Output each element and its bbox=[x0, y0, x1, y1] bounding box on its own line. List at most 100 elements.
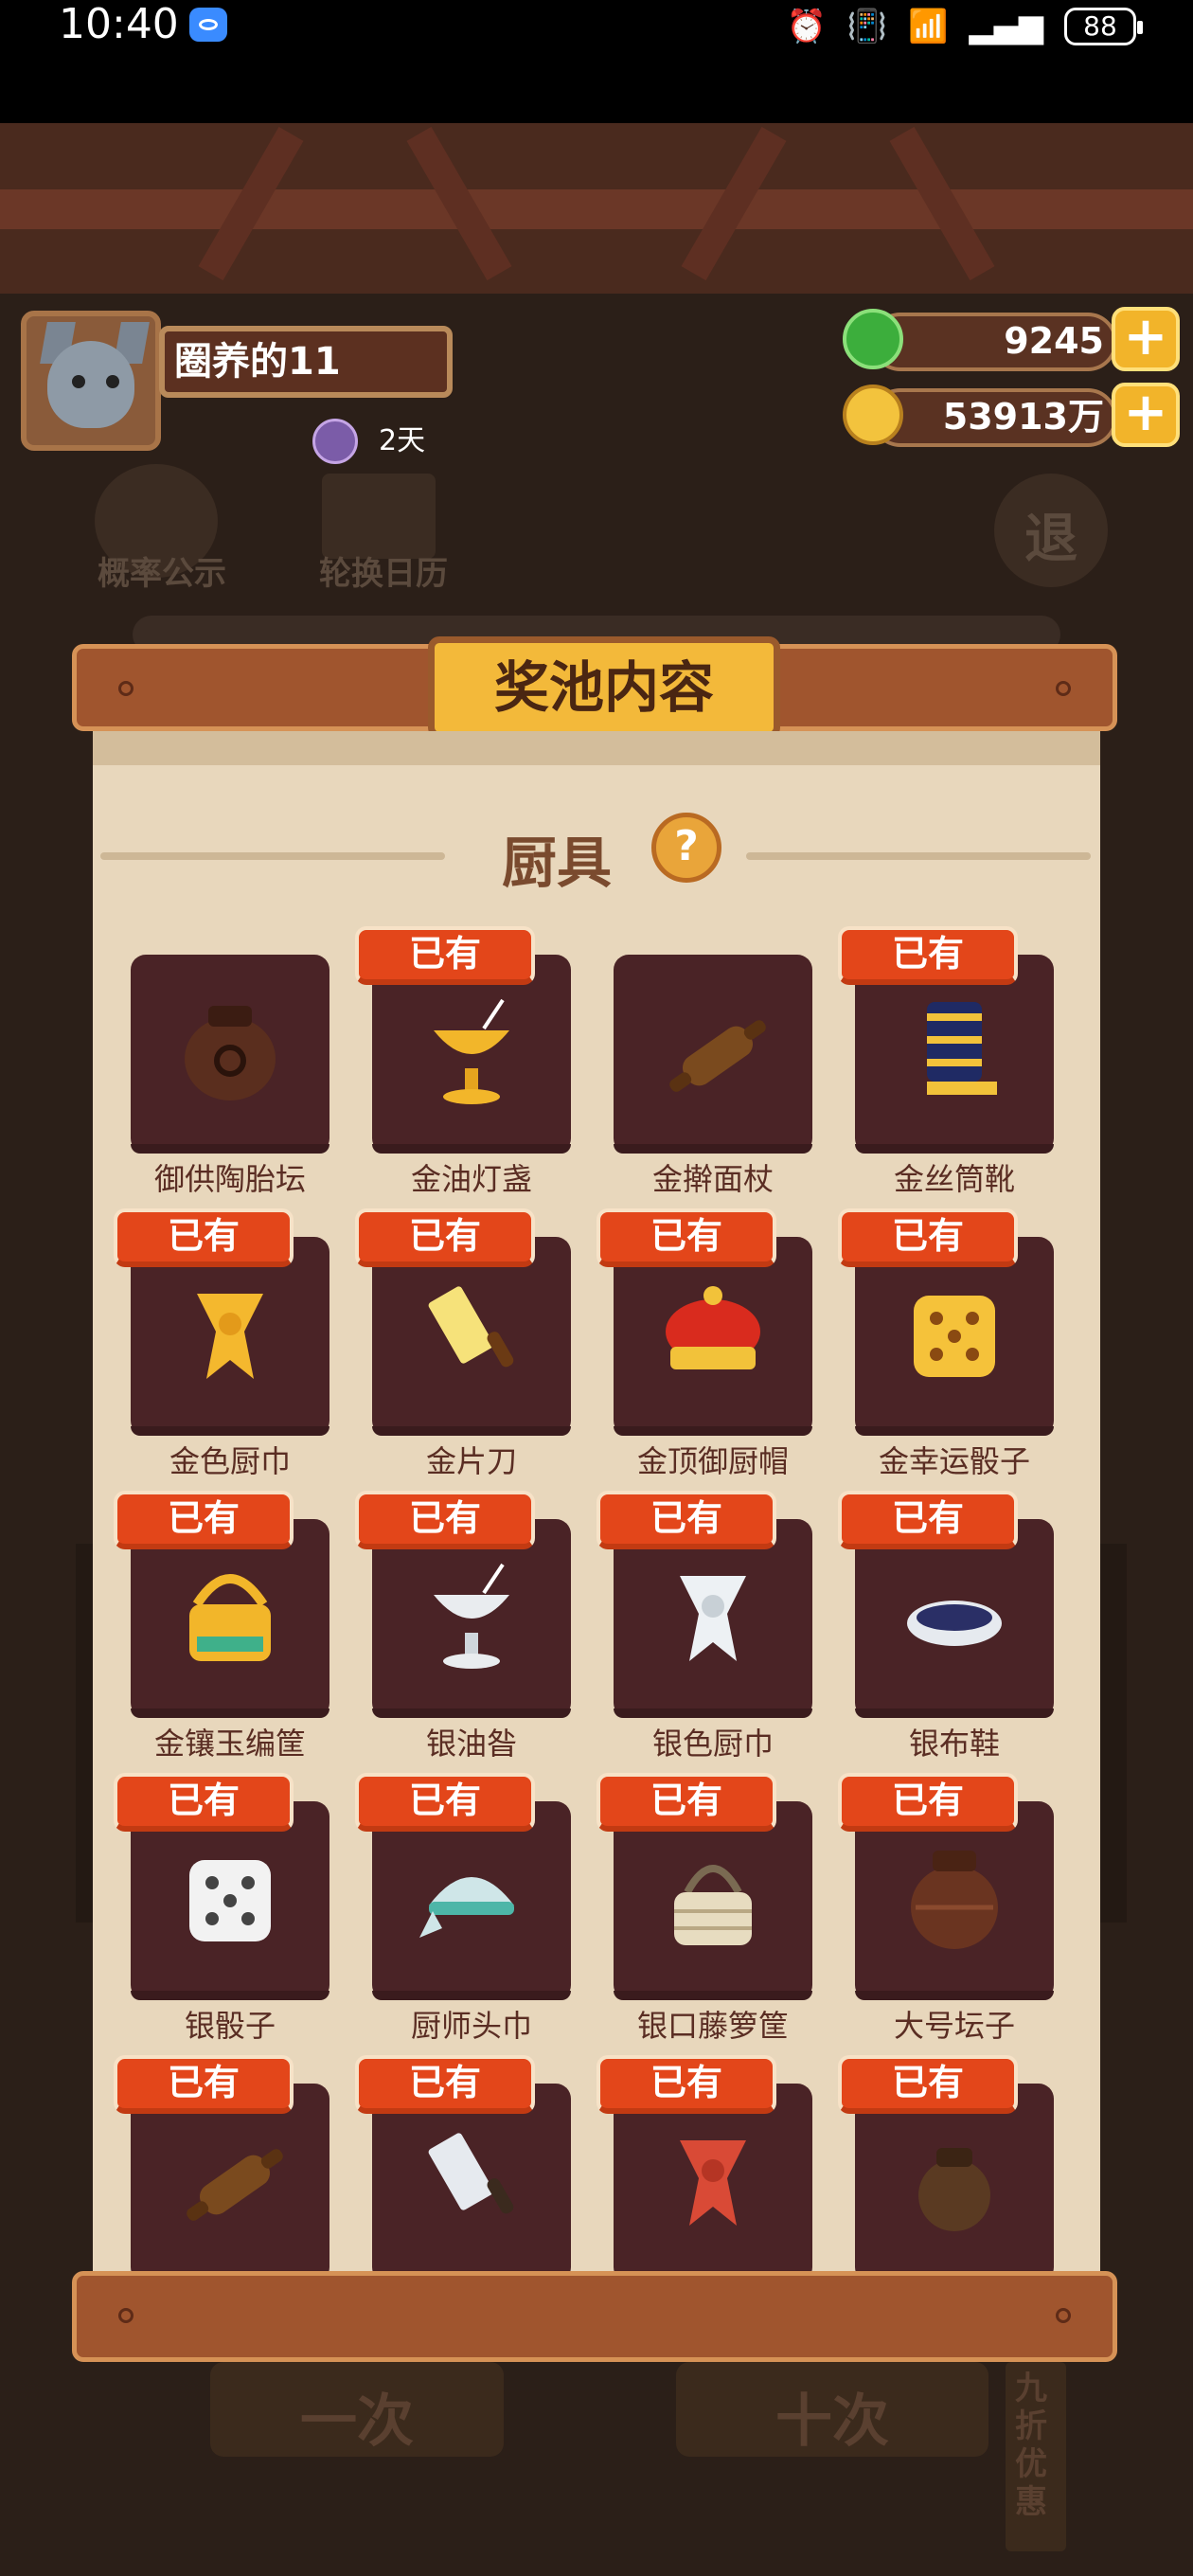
probability-button[interactable]: 概率公示 bbox=[81, 547, 242, 594]
coin-icon bbox=[843, 385, 903, 445]
ceramic-jar-icon bbox=[169, 993, 292, 1119]
owned-badge: 已有 bbox=[114, 1773, 294, 1832]
item-name: 御供陶胎坛 bbox=[153, 1161, 306, 1197]
prize-pool-panel[interactable]: 厨具 ? 御供陶胎坛 已有 金油灯盏 金擀面杖 已有 金丝筒靴 已有 金色厨巾 已有 金片刀 已有金… bbox=[93, 731, 1100, 2275]
item-cell[interactable]: 已有 bbox=[838, 2055, 1054, 2275]
item-cell[interactable]: 已有金色厨巾 bbox=[114, 1208, 329, 1493]
roof-crossbar bbox=[0, 189, 1193, 229]
item-name: 银口藤箩筐 bbox=[636, 2008, 789, 2044]
owned-badge: 已有 bbox=[596, 2055, 776, 2114]
owned-badge: 已有 bbox=[838, 2055, 1018, 2114]
card-shadow bbox=[855, 1144, 1054, 1154]
golden-scarf-icon bbox=[169, 1275, 292, 1402]
card-shadow bbox=[614, 1708, 812, 1718]
owned-badge: 已有 bbox=[114, 1491, 294, 1549]
vibrate-icon: 📳 bbox=[846, 8, 888, 45]
item-name: 金丝筒靴 bbox=[893, 1161, 1015, 1197]
calendar-icon[interactable] bbox=[322, 474, 436, 559]
chef-bandana-icon bbox=[410, 1839, 533, 1966]
boot-icon bbox=[893, 993, 1016, 1119]
owned-badge: 已有 bbox=[355, 1491, 535, 1549]
item-cell[interactable]: 已有 银骰子 bbox=[114, 1773, 329, 2057]
item-cell[interactable]: 已有 bbox=[596, 2055, 812, 2275]
jade-icon bbox=[843, 309, 903, 369]
item-name: 银色厨巾 bbox=[651, 1726, 774, 1762]
card-shadow bbox=[855, 1708, 1054, 1718]
item-card[interactable] bbox=[131, 955, 329, 1154]
section-divider bbox=[100, 852, 445, 860]
avatar-face bbox=[47, 341, 134, 428]
card-shadow bbox=[372, 1708, 571, 1718]
owned-badge: 已有 bbox=[596, 1773, 776, 1832]
draw-ten-label: 十次 bbox=[775, 2388, 889, 2455]
card-shadow bbox=[372, 1144, 571, 1154]
owned-badge: 已有 bbox=[355, 2055, 535, 2114]
exit-label: 退 bbox=[1024, 509, 1077, 570]
card-shadow bbox=[614, 1991, 812, 2000]
item-cell[interactable]: 已有 银色厨巾 bbox=[596, 1491, 812, 1775]
avatar[interactable] bbox=[21, 311, 161, 451]
item-cell[interactable]: 已有 金顶御厨帽 bbox=[596, 1208, 812, 1493]
item-cell[interactable]: 已有银口藤箩筐 bbox=[596, 1773, 812, 2057]
clock: 10:40 bbox=[59, 0, 179, 48]
help-button[interactable]: ? bbox=[651, 813, 721, 883]
modal-footer-board bbox=[72, 2271, 1117, 2362]
cleaver-icon bbox=[410, 2121, 533, 2248]
item-name: 金色厨巾 bbox=[169, 1443, 291, 1479]
nail-icon bbox=[118, 2308, 134, 2323]
exit-button[interactable]: 退 bbox=[994, 474, 1108, 587]
item-name: 厨师头巾 bbox=[410, 2008, 532, 2044]
wifi-icon: 📶 bbox=[908, 8, 949, 45]
add-jade-button[interactable]: + bbox=[1112, 307, 1180, 371]
item-cell[interactable]: 已有厨师头巾 bbox=[355, 1773, 571, 2057]
item-name: 金幸运骰子 bbox=[878, 1443, 1030, 1479]
nail-icon bbox=[1056, 2308, 1071, 2323]
item-name: 金镶玉编筐 bbox=[153, 1726, 306, 1762]
item-cell[interactable]: 已有 金片刀 bbox=[355, 1208, 571, 1493]
calendar-button[interactable]: 轮换日历 bbox=[303, 547, 464, 594]
item-cell[interactable]: 已有银油昝 bbox=[355, 1491, 571, 1775]
item-card[interactable] bbox=[614, 955, 812, 1154]
battery-indicator: 88 bbox=[1064, 8, 1143, 45]
item-name: 金擀面杖 bbox=[651, 1161, 774, 1197]
status-icons: ⏰ 📳 📶 ▂▄▆ 88 bbox=[787, 4, 1143, 49]
card-shadow bbox=[855, 1991, 1054, 2000]
item-cell[interactable]: 金擀面杖 bbox=[614, 955, 812, 1210]
item-cell[interactable]: 已有金幸运骰子 bbox=[838, 1208, 1054, 1493]
item-name: 金顶御厨帽 bbox=[636, 1443, 789, 1479]
owned-badge: 已有 bbox=[838, 1773, 1018, 1832]
avatar-eye bbox=[72, 375, 85, 388]
item-name: 金片刀 bbox=[425, 1443, 517, 1479]
draw-ten-button[interactable]: 十次 bbox=[676, 2362, 988, 2457]
card-shadow bbox=[614, 1144, 812, 1154]
status-bar: 10:40 ⏰ 📳 📶 ▂▄▆ 88 bbox=[0, 0, 1193, 123]
red-scarf-icon bbox=[651, 2121, 775, 2248]
item-cell[interactable]: 已有 bbox=[355, 2055, 571, 2275]
golden-cleaver-icon bbox=[410, 1275, 533, 1402]
owned-badge: 已有 bbox=[838, 1491, 1018, 1549]
item-cell[interactable]: 已有 bbox=[114, 2055, 329, 2275]
jade-counter: 9245 bbox=[871, 313, 1117, 371]
item-cell[interactable]: 御供陶胎坛 bbox=[131, 955, 329, 1210]
draw-one-button[interactable]: 一次 bbox=[210, 2362, 504, 2457]
owned-badge: 已有 bbox=[355, 1773, 535, 1832]
owned-badge: 已有 bbox=[355, 926, 535, 985]
pet-icon bbox=[312, 419, 358, 464]
item-cell[interactable]: 已有 银布鞋 bbox=[838, 1491, 1054, 1775]
golden-basket-icon bbox=[169, 1557, 292, 1684]
item-cell[interactable]: 已有 大号坛子 bbox=[838, 1773, 1054, 2057]
nail-icon bbox=[118, 681, 134, 696]
item-cell[interactable]: 已有 金丝筒靴 bbox=[838, 926, 1054, 1210]
golden-dice-icon bbox=[893, 1275, 1016, 1402]
item-cell[interactable]: 已有金镶玉编筐 bbox=[114, 1491, 329, 1775]
item-name: 银油昝 bbox=[425, 1726, 517, 1762]
paper-shadow bbox=[93, 731, 1100, 765]
add-coin-button[interactable]: + bbox=[1112, 383, 1180, 447]
large-jar-icon bbox=[893, 1839, 1016, 1966]
item-cell[interactable]: 已有 金油灯盏 bbox=[355, 926, 571, 1210]
card-shadow bbox=[855, 1426, 1054, 1436]
discount-label: 九折优惠 bbox=[1015, 2370, 1047, 2521]
owned-badge: 已有 bbox=[838, 1208, 1018, 1267]
rolling-pin-icon bbox=[651, 993, 775, 1119]
owned-badge: 已有 bbox=[114, 1208, 294, 1267]
